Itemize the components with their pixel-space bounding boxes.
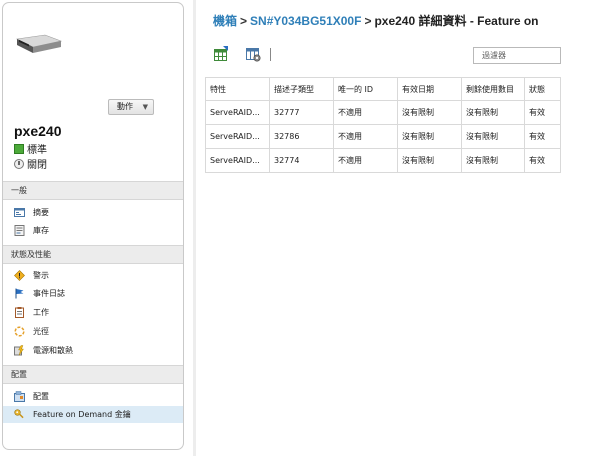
column-header-descriptor-type[interactable]: 描述子類型 <box>269 77 334 101</box>
cell-remaining-uses: 沒有限制 <box>461 100 525 125</box>
device-power-state: 關閉 <box>14 156 47 171</box>
actions-button-label: 動作 <box>117 102 133 111</box>
cell-descriptor-type: 32777 <box>269 100 334 125</box>
inventory-icon <box>14 225 25 236</box>
nav-item-label: 工作 <box>33 308 49 317</box>
cell-status: 有效 <box>524 124 561 149</box>
cell-expiration: 沒有限制 <box>397 100 462 125</box>
status-normal-icon <box>14 143 24 154</box>
section-config-header: 配置 <box>3 365 183 384</box>
cell-status: 有效 <box>524 100 561 125</box>
nav-item-label: Feature on Demand 金鑰 <box>33 410 131 419</box>
nav-item-feature-on-demand-keys[interactable]: Feature on Demand 金鑰 <box>3 406 183 423</box>
nav-item-label: 事件日誌 <box>33 289 65 298</box>
config-icon <box>14 391 25 402</box>
server-chassis-image <box>16 34 63 53</box>
table-row[interactable]: ServeRAID... 32777 不適用 沒有限制 沒有限制 有效 <box>205 100 561 125</box>
cell-feature: ServeRAID... <box>205 148 270 173</box>
breadcrumb-serial-link[interactable]: SN#Y034BG51X00F <box>250 14 361 28</box>
light-path-icon <box>14 326 25 337</box>
device-status: 標準 <box>14 141 47 156</box>
device-sidebar: 動作 ▼ pxe240 標準 關閉 一般 摘要 庫存 狀態及性能 警示 事件日誌… <box>2 2 184 450</box>
power-icon <box>14 158 24 169</box>
device-name: pxe240 <box>14 123 62 139</box>
summary-icon <box>14 208 25 217</box>
section-status-header: 狀態及性能 <box>3 245 183 264</box>
nav-item-jobs[interactable]: 工作 <box>3 304 183 321</box>
breadcrumb-current: pxe240 詳細資料 - Feature on <box>374 14 539 28</box>
nav-item-label: 配置 <box>33 392 49 401</box>
nav-item-label: 摘要 <box>33 208 49 217</box>
cell-descriptor-type: 32786 <box>269 124 334 149</box>
cell-expiration: 沒有限制 <box>397 124 462 149</box>
breadcrumb: 機箱 > SN#Y034BG51X00F > pxe240 詳細資料 - Feature… <box>213 12 539 29</box>
cell-unique-id: 不適用 <box>333 124 398 149</box>
flag-icon <box>15 288 24 299</box>
cell-status: 有效 <box>524 148 561 173</box>
cell-descriptor-type: 32774 <box>269 148 334 173</box>
cell-expiration: 沒有限制 <box>397 148 462 173</box>
nav-item-label: 警示 <box>33 271 49 280</box>
cell-remaining-uses: 沒有限制 <box>461 148 525 173</box>
column-header-status[interactable]: 狀態 <box>524 77 561 101</box>
column-header-unique-id[interactable]: 唯一的 ID <box>333 77 398 101</box>
nav-item-light-path[interactable]: 光徑 <box>3 323 183 340</box>
table-row[interactable]: ServeRAID... 32774 不適用 沒有限制 沒有限制 有效 <box>205 148 561 173</box>
panel-divider <box>193 0 196 456</box>
cell-feature: ServeRAID... <box>205 124 270 149</box>
filter-input[interactable] <box>473 47 561 64</box>
export-table-icon[interactable] <box>213 46 229 62</box>
status-label: 標準 <box>27 145 47 156</box>
cell-unique-id: 不適用 <box>333 148 398 173</box>
nav-item-label: 電源和散熱 <box>33 346 73 355</box>
breadcrumb-separator: > <box>240 14 248 28</box>
nav-item-inventory[interactable]: 庫存 <box>3 222 183 239</box>
key-icon <box>14 409 24 419</box>
power-cooling-icon <box>14 345 24 356</box>
nav-item-configuration[interactable]: 配置 <box>3 388 183 405</box>
column-header-remaining-uses[interactable]: 剩餘使用數目 <box>461 77 525 101</box>
nav-item-summary[interactable]: 摘要 <box>3 204 183 221</box>
jobs-icon <box>15 307 24 318</box>
nav-item-label: 光徑 <box>33 327 49 336</box>
cell-unique-id: 不適用 <box>333 100 398 125</box>
section-general-header: 一般 <box>3 181 183 200</box>
actions-button[interactable]: 動作 ▼ <box>108 99 154 115</box>
table-settings-icon[interactable] <box>245 46 261 62</box>
breadcrumb-chassis-link[interactable]: 機箱 <box>213 14 237 28</box>
table-header-row: 特性 描述子類型 唯一的 ID 有效日期 剩餘使用數目 狀態 <box>205 77 561 101</box>
chevron-down-icon: ▼ <box>142 103 148 111</box>
breadcrumb-separator: > <box>364 14 372 28</box>
column-header-expiration[interactable]: 有效日期 <box>397 77 462 101</box>
table-row[interactable]: ServeRAID... 32786 不適用 沒有限制 沒有限制 有效 <box>205 124 561 149</box>
nav-item-power-cooling[interactable]: 電源和散熱 <box>3 342 183 359</box>
power-label: 關閉 <box>27 160 47 171</box>
cell-remaining-uses: 沒有限制 <box>461 124 525 149</box>
toolbar-separator <box>270 48 271 61</box>
column-header-feature[interactable]: 特性 <box>205 77 270 101</box>
feature-keys-table: 特性 描述子類型 唯一的 ID 有效日期 剩餘使用數目 狀態 ServeRAID… <box>205 77 561 173</box>
cell-feature: ServeRAID... <box>205 100 270 125</box>
nav-item-alerts[interactable]: 警示 <box>3 267 183 284</box>
alert-icon <box>14 270 25 281</box>
nav-item-label: 庫存 <box>33 226 49 235</box>
nav-item-event-log[interactable]: 事件日誌 <box>3 285 183 302</box>
